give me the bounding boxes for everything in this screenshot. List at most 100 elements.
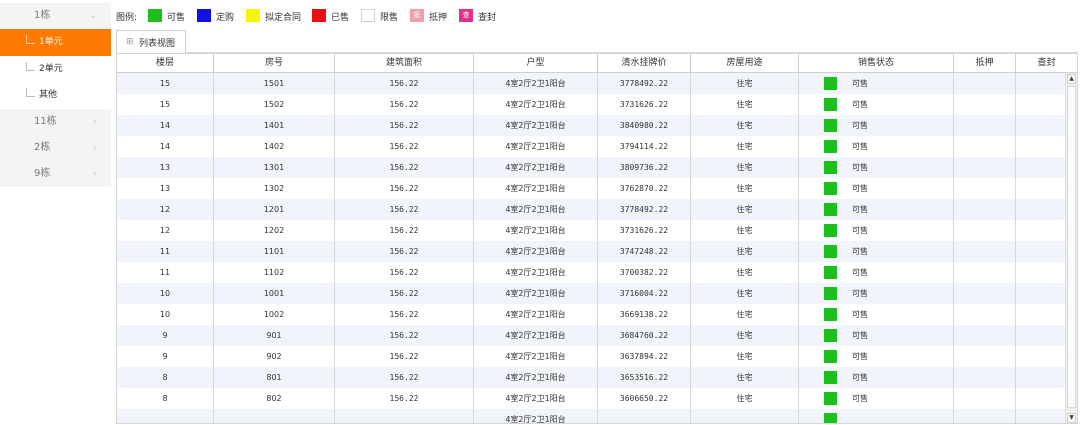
cell-status: 可售 bbox=[799, 178, 954, 199]
cell-usage: 住宅 bbox=[691, 178, 799, 199]
unit-item-2[interactable]: 2单元 bbox=[0, 56, 111, 83]
scroll-thumb[interactable] bbox=[1067, 86, 1076, 408]
building-item-2[interactable]: 2栋 › bbox=[0, 135, 111, 161]
cell-layout: 4室2厅2卫1阳台 bbox=[474, 388, 598, 409]
column-header-room[interactable]: 房号 bbox=[214, 54, 335, 73]
table-row[interactable]: 4室2厅2卫1阳台 bbox=[117, 409, 1065, 423]
cell-layout: 4室2厅2卫1阳台 bbox=[474, 157, 598, 178]
status-swatch-icon bbox=[824, 161, 837, 174]
unit-item-1[interactable]: 1单元 bbox=[0, 29, 111, 56]
tab-list-view[interactable]: ⊞ 列表视图 bbox=[116, 30, 186, 54]
legend-label: 已售 bbox=[331, 13, 350, 23]
status-label: 可售 bbox=[852, 142, 868, 151]
column-header-mortgage[interactable]: 抵押 bbox=[954, 54, 1016, 73]
status-swatch-icon bbox=[824, 224, 837, 237]
cell-floor: 15 bbox=[117, 73, 214, 94]
table-row[interactable]: 15 1501 156.22 4室2厅2卫1阳台 3778492.22 住宅 可售 bbox=[117, 73, 1065, 94]
table-row[interactable]: 8 802 156.22 4室2厅2卫1阳台 3606650.22 住宅 可售 bbox=[117, 388, 1065, 409]
scroll-up-icon[interactable]: ▲ bbox=[1067, 74, 1076, 84]
building-item-1[interactable]: 1栋 ⌄ bbox=[0, 3, 111, 29]
column-header-floor[interactable]: 楼层 bbox=[117, 54, 214, 73]
cell-price: 3731626.22 bbox=[598, 94, 691, 115]
cell-price: 3778492.22 bbox=[598, 199, 691, 220]
cell-floor: 10 bbox=[117, 304, 214, 325]
cell-price: 3778492.22 bbox=[598, 73, 691, 94]
table-row[interactable]: 15 1502 156.22 4室2厅2卫1阳台 3731626.22 住宅 可售 bbox=[117, 94, 1065, 115]
table-row[interactable]: 10 1002 156.22 4室2厅2卫1阳台 3669138.22 住宅 可售 bbox=[117, 304, 1065, 325]
cell-price: 3840980.22 bbox=[598, 115, 691, 136]
cell-mortgage bbox=[954, 241, 1016, 262]
status-label: 可售 bbox=[852, 100, 868, 109]
cell-usage: 住宅 bbox=[691, 94, 799, 115]
table-row[interactable]: 8 801 156.22 4室2厅2卫1阳台 3653516.22 住宅 可售 bbox=[117, 367, 1065, 388]
table-row[interactable]: 14 1401 156.22 4室2厅2卫1阳台 3840980.22 住宅 可售 bbox=[117, 115, 1065, 136]
table-row[interactable]: 9 901 156.22 4室2厅2卫1阳台 3684760.22 住宅 可售 bbox=[117, 325, 1065, 346]
cell-usage: 住宅 bbox=[691, 220, 799, 241]
cell-usage: 住宅 bbox=[691, 241, 799, 262]
cell-status: 可售 bbox=[799, 157, 954, 178]
column-header-status[interactable]: 销售状态 bbox=[799, 54, 954, 73]
cell-seizure bbox=[1016, 199, 1065, 220]
cell-mortgage bbox=[954, 304, 1016, 325]
tree-branch-icon bbox=[26, 62, 35, 71]
status-label: 可售 bbox=[852, 373, 868, 382]
cell-floor: 13 bbox=[117, 178, 214, 199]
column-header-seizure[interactable]: 查封 bbox=[1016, 54, 1077, 73]
building-item-11[interactable]: 11栋 › bbox=[0, 109, 111, 135]
cell-status bbox=[799, 409, 954, 423]
building-item-9[interactable]: 9栋 › bbox=[0, 161, 111, 187]
status-swatch-icon bbox=[824, 329, 837, 342]
table-row[interactable]: 13 1302 156.22 4室2厅2卫1阳台 3762870.22 住宅 可售 bbox=[117, 178, 1065, 199]
table-row[interactable]: 9 902 156.22 4室2厅2卫1阳台 3637894.22 住宅 可售 bbox=[117, 346, 1065, 367]
column-header-price[interactable]: 清水挂牌价 bbox=[598, 54, 691, 73]
cell-floor: 10 bbox=[117, 283, 214, 304]
cell-price: 3653516.22 bbox=[598, 367, 691, 388]
cell-usage: 住宅 bbox=[691, 136, 799, 157]
column-header-area[interactable]: 建筑面积 bbox=[335, 54, 474, 73]
table-row[interactable]: 11 1101 156.22 4室2厅2卫1阳台 3747248.22 住宅 可售 bbox=[117, 241, 1065, 262]
status-label: 可售 bbox=[852, 163, 868, 172]
cell-status: 可售 bbox=[799, 136, 954, 157]
vertical-scrollbar[interactable]: ▲ ▼ bbox=[1065, 73, 1077, 423]
swatch-icon bbox=[246, 9, 260, 22]
building-label: 9栋 bbox=[34, 168, 51, 179]
cell-mortgage bbox=[954, 136, 1016, 157]
cell-floor: 15 bbox=[117, 94, 214, 115]
table-row[interactable]: 11 1102 156.22 4室2厅2卫1阳台 3700382.22 住宅 可售 bbox=[117, 262, 1065, 283]
cell-room: 802 bbox=[214, 388, 335, 409]
swatch-icon bbox=[197, 9, 211, 22]
cell-status: 可售 bbox=[799, 73, 954, 94]
swatch-icon bbox=[312, 9, 326, 22]
table-row[interactable]: 13 1301 156.22 4室2厅2卫1阳台 3809736.22 住宅 可售 bbox=[117, 157, 1065, 178]
cell-layout: 4室2厅2卫1阳台 bbox=[474, 367, 598, 388]
cell-floor: 9 bbox=[117, 346, 214, 367]
table-row[interactable]: 14 1402 156.22 4室2厅2卫1阳台 3794114.22 住宅 可售 bbox=[117, 136, 1065, 157]
scroll-down-icon[interactable]: ▼ bbox=[1067, 413, 1076, 423]
cell-usage: 住宅 bbox=[691, 199, 799, 220]
status-label: 可售 bbox=[852, 352, 868, 361]
cell-area bbox=[335, 409, 474, 423]
status-label: 可售 bbox=[852, 79, 868, 88]
chevron-right-icon: › bbox=[93, 143, 97, 153]
unit-item-other[interactable]: 其他 bbox=[0, 82, 111, 109]
status-label: 可售 bbox=[852, 247, 868, 256]
cell-seizure bbox=[1016, 178, 1065, 199]
cell-area: 156.22 bbox=[335, 220, 474, 241]
cell-floor: 9 bbox=[117, 325, 214, 346]
cell-floor bbox=[117, 409, 214, 423]
cell-room: 1402 bbox=[214, 136, 335, 157]
cell-room: 901 bbox=[214, 325, 335, 346]
cell-status: 可售 bbox=[799, 262, 954, 283]
cell-area: 156.22 bbox=[335, 115, 474, 136]
column-header-usage[interactable]: 房屋用途 bbox=[691, 54, 799, 73]
cell-price bbox=[598, 409, 691, 423]
cell-area: 156.22 bbox=[335, 346, 474, 367]
building-label: 11栋 bbox=[34, 116, 57, 127]
table-row[interactable]: 10 1001 156.22 4室2厅2卫1阳台 3716004.22 住宅 可售 bbox=[117, 283, 1065, 304]
table-row[interactable]: 12 1201 156.22 4室2厅2卫1阳台 3778492.22 住宅 可售 bbox=[117, 199, 1065, 220]
status-label: 可售 bbox=[852, 268, 868, 277]
column-header-layout[interactable]: 户型 bbox=[474, 54, 598, 73]
cell-floor: 12 bbox=[117, 220, 214, 241]
status-label: 可售 bbox=[852, 289, 868, 298]
table-row[interactable]: 12 1202 156.22 4室2厅2卫1阳台 3731626.22 住宅 可售 bbox=[117, 220, 1065, 241]
